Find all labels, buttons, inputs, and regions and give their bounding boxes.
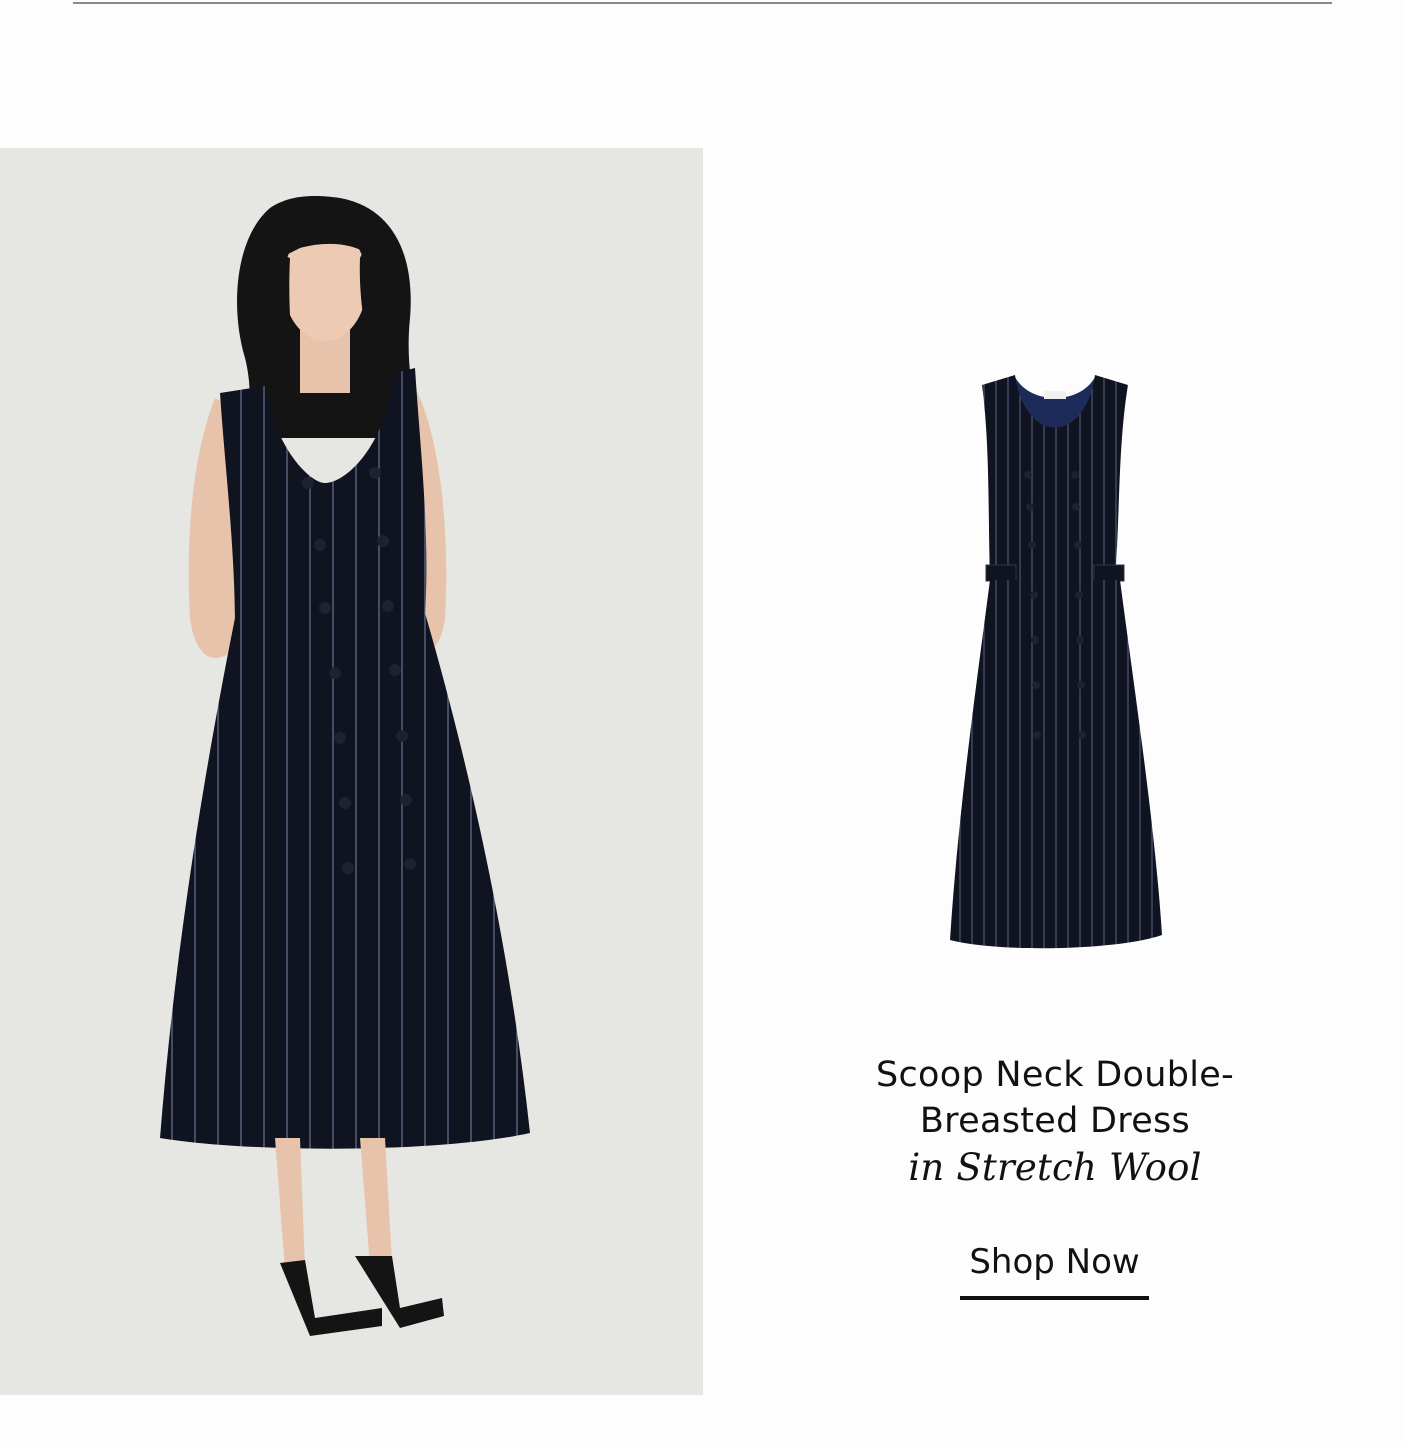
lifestyle-image[interactable] xyxy=(0,148,703,1395)
product-material: in Stretch Wool xyxy=(908,1146,1202,1189)
shop-now-link[interactable]: Shop Now xyxy=(960,1238,1149,1300)
dress-illustration xyxy=(950,375,1162,949)
product-feature-section: Scoop Neck Double-Breasted Dress in Stre… xyxy=(0,0,1405,1442)
product-title[interactable]: Scoop Neck Double-Breasted Dress xyxy=(810,1052,1300,1144)
product-image[interactable] xyxy=(930,365,1180,960)
product-caption: Scoop Neck Double-Breasted Dress in Stre… xyxy=(810,1052,1300,1192)
section-divider xyxy=(73,2,1332,4)
model-illustration xyxy=(160,196,530,1336)
